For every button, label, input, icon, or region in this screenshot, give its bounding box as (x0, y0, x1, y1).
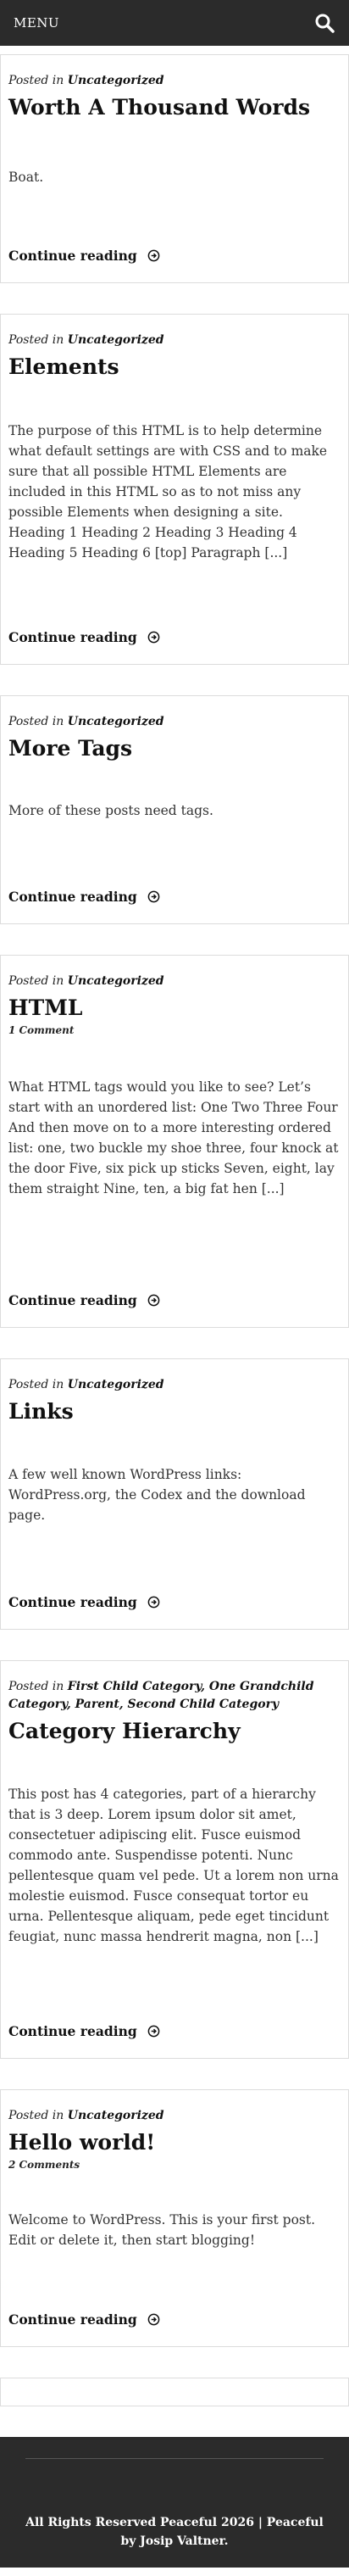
continue-reading-link[interactable]: Continue reading (8, 629, 160, 645)
post-title[interactable]: Category Hierarchy (8, 1717, 341, 1745)
post-card: Posted in Uncategorized Hello world! 2 C… (0, 2089, 349, 2347)
post-title[interactable]: HTML (8, 994, 341, 1022)
continue-reading-link[interactable]: Continue reading (8, 2311, 160, 2328)
continue-reading-label: Continue reading (8, 889, 137, 905)
category-link[interactable]: Uncategorized (68, 974, 164, 988)
top-nav-bar: MENU (0, 0, 349, 46)
post-meta: Posted in First Child Category, One Gran… (8, 1678, 341, 1714)
post-excerpt: Welcome to WordPress. This is your first… (8, 2212, 316, 2248)
arrow-circle-right-icon (147, 2313, 160, 2326)
category-link[interactable]: Uncategorized (68, 333, 164, 347)
post-excerpt: This post has 4 categories, part of a hi… (8, 1787, 339, 1944)
post-title[interactable]: Links (8, 1397, 341, 1425)
post-excerpt: Boat. (8, 170, 44, 185)
footer-copyright: All Rights Reserved Peaceful 2026 | Peac… (25, 2516, 324, 2548)
continue-reading-label: Continue reading (8, 2023, 137, 2039)
meta-prefix: Posted in (8, 1378, 64, 1391)
continue-reading-link[interactable]: Continue reading (8, 1292, 160, 1308)
category-link[interactable]: Uncategorized (68, 2109, 164, 2122)
continue-reading-label: Continue reading (8, 248, 137, 264)
continue-reading-label: Continue reading (8, 2311, 137, 2328)
post-excerpt: What HTML tags would you like to see? Le… (8, 1079, 339, 1196)
meta-prefix: Posted in (8, 333, 64, 347)
footer-divider (25, 2458, 324, 2459)
continue-reading-link[interactable]: Continue reading (8, 889, 160, 905)
post-meta: Posted in Uncategorized (8, 713, 341, 731)
continue-reading-label: Continue reading (8, 1292, 137, 1308)
post-meta: Posted in Uncategorized (8, 332, 341, 349)
post-meta: Posted in Uncategorized (8, 973, 341, 990)
menu-button[interactable]: MENU (14, 15, 59, 31)
arrow-circle-right-icon (147, 2025, 160, 2038)
post-card: Posted in First Child Category, One Gran… (0, 1660, 349, 2059)
post-meta: Posted in Uncategorized (8, 72, 341, 90)
continue-reading-link[interactable]: Continue reading (8, 248, 160, 264)
arrow-circle-right-icon (147, 890, 160, 903)
meta-prefix: Posted in (8, 1680, 64, 1693)
meta-prefix: Posted in (8, 2109, 64, 2122)
post-card: Posted in Uncategorized HTML 1 Comment W… (0, 955, 349, 1328)
arrow-circle-right-icon (147, 631, 160, 644)
post-excerpt: More of these posts need tags. (8, 803, 213, 818)
site-footer: All Rights Reserved Peaceful 2026 | Peac… (0, 2437, 349, 2568)
category-link[interactable]: Uncategorized (68, 715, 164, 728)
post-excerpt: A few well known WordPress links: WordPr… (8, 1467, 306, 1523)
search-icon[interactable] (312, 10, 337, 36)
continue-reading-link[interactable]: Continue reading (8, 2023, 160, 2039)
continue-reading-label: Continue reading (8, 1594, 137, 1610)
comments-link[interactable]: 2 Comments (8, 2159, 341, 2171)
post-excerpt: The purpose of this HTML is to help dete… (8, 423, 328, 560)
arrow-circle-right-icon (147, 249, 160, 262)
meta-prefix: Posted in (8, 974, 64, 988)
arrow-circle-right-icon (147, 1294, 160, 1307)
meta-prefix: Posted in (8, 715, 64, 728)
post-title[interactable]: Elements (8, 353, 341, 381)
post-meta: Posted in Uncategorized (8, 1376, 341, 1394)
post-card: Posted in Uncategorized More Tags More o… (0, 695, 349, 924)
category-link[interactable]: Uncategorized (68, 74, 164, 87)
continue-reading-label: Continue reading (8, 629, 137, 645)
arrow-circle-right-icon (147, 1596, 160, 1609)
category-link[interactable]: Uncategorized (68, 1378, 164, 1391)
post-card: Posted in Uncategorized Links A few well… (0, 1358, 349, 1630)
empty-widget-box (0, 2378, 349, 2406)
continue-reading-link[interactable]: Continue reading (8, 1594, 160, 1610)
meta-prefix: Posted in (8, 74, 64, 87)
post-card: Posted in Uncategorized Elements The pur… (0, 314, 349, 665)
comments-link[interactable]: 1 Comment (8, 1024, 341, 1036)
post-title[interactable]: Hello world! (8, 2128, 341, 2156)
post-title[interactable]: More Tags (8, 734, 341, 762)
post-meta: Posted in Uncategorized (8, 2107, 341, 2125)
post-card: Posted in Uncategorized Worth A Thousand… (0, 54, 349, 283)
post-title[interactable]: Worth A Thousand Words (8, 93, 341, 121)
